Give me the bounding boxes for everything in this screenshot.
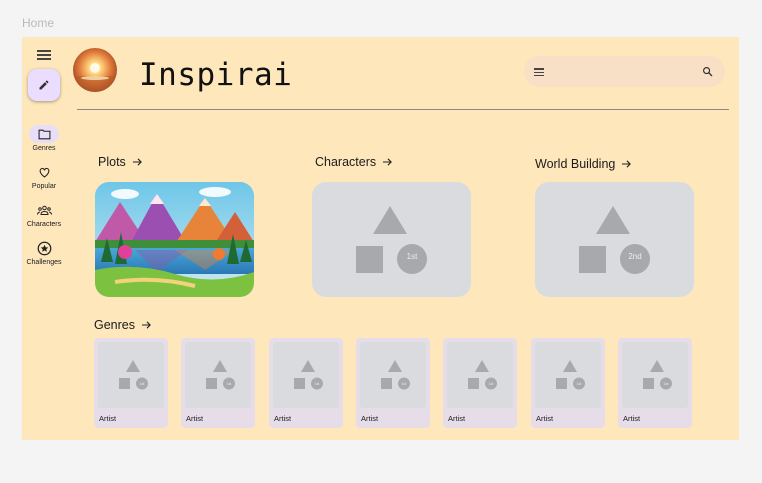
folder-icon [29, 125, 59, 143]
genre-card[interactable]: 1st Artist [531, 338, 605, 428]
group-icon [29, 201, 59, 219]
header-divider [77, 109, 729, 110]
sunset-avatar-image [73, 48, 117, 92]
characters-heading-label: Characters [315, 155, 377, 169]
avatar[interactable] [73, 48, 117, 92]
rail-item-popular[interactable]: Popular [22, 163, 66, 190]
genre-card-label: Artist [448, 414, 466, 423]
genre-card[interactable]: 1st Artist [443, 338, 517, 428]
placeholder-shapes-icon: 1st [643, 360, 672, 390]
placeholder-shapes-icon [579, 206, 650, 274]
arrow-right-icon [383, 158, 393, 166]
menu-icon[interactable] [37, 48, 51, 62]
placeholder-shapes-icon: 1st [381, 360, 410, 390]
search-icon[interactable] [702, 66, 713, 77]
rail-item-label: Genres [32, 145, 56, 152]
arrow-right-icon [132, 158, 142, 166]
rail-item-label: Popular [31, 183, 57, 190]
genre-card-label: Artist [274, 414, 292, 423]
rank-badge: 1st [402, 382, 407, 386]
rank-badge: 1st [140, 382, 145, 386]
placeholder-shapes-icon: 1st [206, 360, 235, 390]
world-building-heading[interactable]: World Building [535, 157, 632, 171]
genre-card-label: Artist [99, 414, 117, 423]
rail-item-label: Challenges [26, 259, 62, 266]
characters-card[interactable]: 1st [312, 182, 471, 297]
app-frame: Genres Popular Characters Challenges Ins… [22, 37, 739, 440]
placeholder-image: 1st [98, 342, 164, 408]
world-building-heading-label: World Building [535, 157, 616, 171]
genre-card[interactable]: 1st Artist [94, 338, 168, 428]
app-title: Inspirai [139, 57, 293, 93]
page-label: Home [22, 16, 55, 30]
placeholder-shapes-icon: 1st [294, 360, 323, 390]
placeholder-image: 1st [360, 342, 426, 408]
rail-item-characters[interactable]: Characters [22, 201, 66, 228]
placeholder-shapes-icon: 1st [468, 360, 497, 390]
rank-badge: 1st [406, 252, 418, 261]
heart-icon [29, 163, 59, 181]
placeholder-shapes-icon: 1st [119, 360, 148, 390]
plots-card[interactable] [95, 182, 254, 297]
rail-item-challenges[interactable]: Challenges [22, 239, 66, 266]
landscape-illustration [95, 182, 254, 297]
world-building-card[interactable]: 2nd [535, 182, 694, 297]
placeholder-image: 1st [535, 342, 601, 408]
genre-card[interactable]: 1st Artist [181, 338, 255, 428]
placeholder-shapes-icon: 1st [556, 360, 585, 390]
rank-badge: 1st [577, 382, 582, 386]
genre-card-label: Artist [536, 414, 554, 423]
genre-card-label: Artist [623, 414, 641, 423]
plots-heading[interactable]: Plots [98, 155, 143, 169]
rank-badge: 2nd [628, 252, 642, 261]
menu-icon[interactable] [534, 67, 544, 77]
star-circle-icon [29, 239, 59, 257]
pencil-icon [39, 80, 49, 90]
placeholder-image: 1st [185, 342, 251, 408]
genre-card-label: Artist [186, 414, 204, 423]
search-bar[interactable] [524, 56, 725, 87]
genre-card[interactable]: 1st Artist [618, 338, 692, 428]
genre-card-label: Artist [361, 414, 379, 423]
placeholder-image: 1st [273, 342, 339, 408]
rail-item-genres[interactable]: Genres [22, 125, 66, 152]
rail-item-label: Characters [26, 221, 62, 228]
genre-card[interactable]: 1st Artist [356, 338, 430, 428]
genres-heading[interactable]: Genres [94, 318, 152, 332]
rank-badge: 1st [315, 382, 320, 386]
genres-heading-label: Genres [94, 318, 135, 332]
plots-heading-label: Plots [98, 155, 126, 169]
placeholder-image: 1st [447, 342, 513, 408]
arrow-right-icon [622, 160, 632, 168]
rank-badge: 1st [489, 382, 494, 386]
placeholder-shapes-icon [356, 206, 427, 274]
characters-heading[interactable]: Characters [315, 155, 393, 169]
genre-card[interactable]: 1st Artist [269, 338, 343, 428]
edit-fab[interactable] [28, 69, 60, 101]
placeholder-image: 1st [622, 342, 688, 408]
arrow-right-icon [141, 321, 151, 329]
rank-badge: 1st [664, 382, 669, 386]
rank-badge: 1st [227, 382, 232, 386]
